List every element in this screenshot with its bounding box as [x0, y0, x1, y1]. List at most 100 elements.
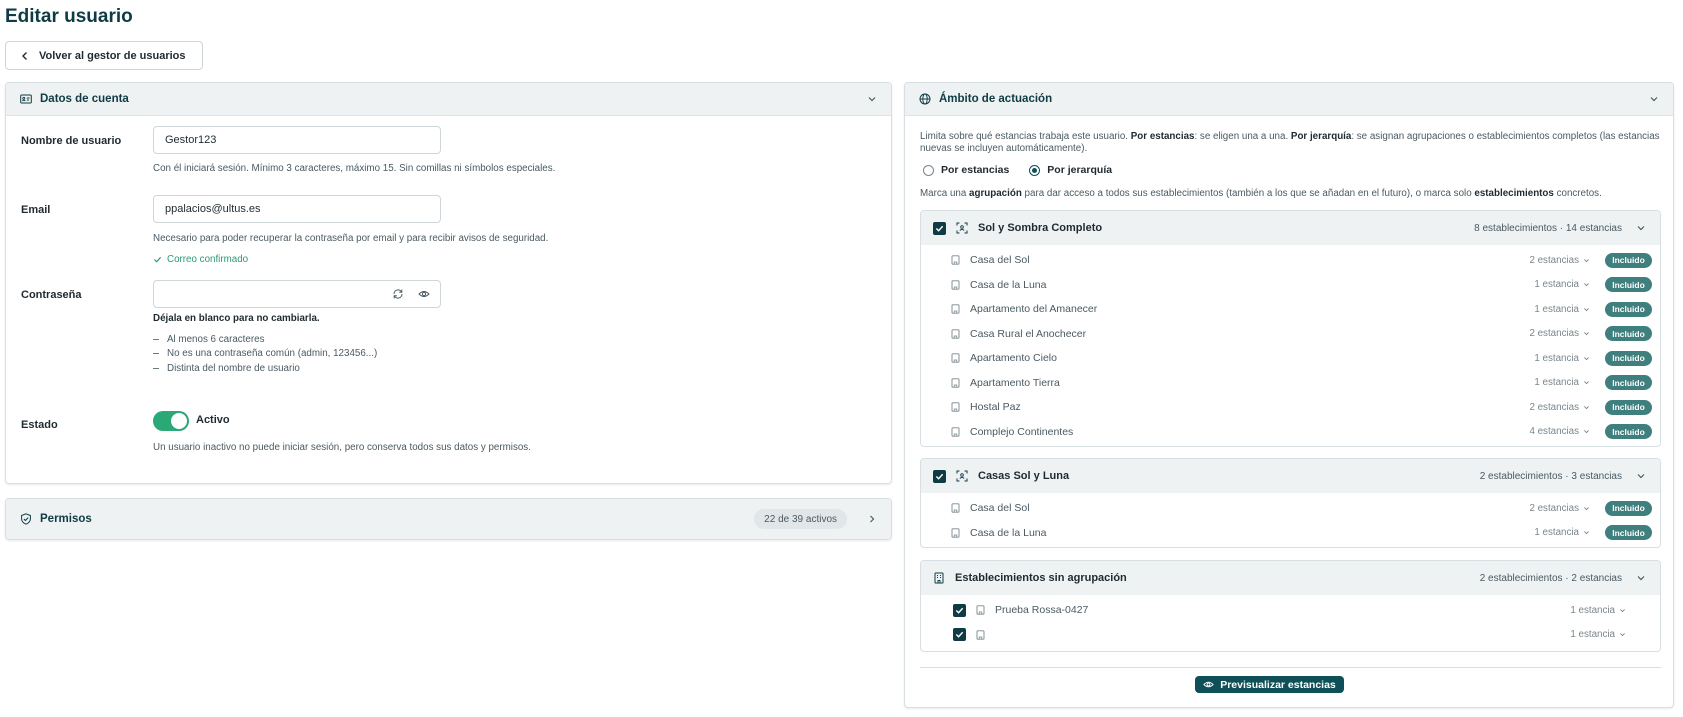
establishment-icon — [951, 353, 960, 363]
chevron-down-icon[interactable] — [1636, 223, 1646, 233]
chevron-down-icon — [1583, 306, 1590, 313]
chevron-down-icon — [1583, 281, 1590, 288]
radio-por-estancias[interactable]: Por estancias — [923, 164, 1009, 176]
establishment-icon — [976, 605, 985, 615]
radio-dot — [1029, 164, 1041, 176]
globe-icon — [919, 93, 931, 105]
status-value: Activo — [196, 414, 230, 426]
group-sol-y-sombra: Sol y Sombra Completo 8 establecimientos… — [920, 210, 1661, 447]
establishment-row: Prueba Rossa-0427 1 estancia — [921, 598, 1660, 623]
permissions-card[interactable]: Permisos 22 de 39 activos — [5, 498, 892, 540]
included-badge: Incluido — [1605, 350, 1652, 366]
included-badge: Incluido — [1605, 525, 1652, 541]
divider — [920, 667, 1661, 668]
eye-icon[interactable] — [418, 288, 430, 300]
establishment-name: Casa de la Luna — [970, 526, 1047, 539]
back-button[interactable]: Volver al gestor de usuarios — [5, 41, 203, 70]
stays-dropdown[interactable]: 1 estancia — [1534, 527, 1590, 538]
chevron-down-icon[interactable] — [867, 94, 877, 104]
chevron-down-icon — [1583, 404, 1590, 411]
toggle-knob — [171, 413, 187, 429]
group-checkbox[interactable] — [933, 469, 946, 483]
password-rule: Distinta del nombre de usuario — [153, 361, 377, 376]
scope-card-title: Ámbito de actuación — [939, 93, 1053, 105]
establishment-name: Casa del Sol — [970, 254, 1030, 267]
regenerate-icon[interactable] — [392, 288, 404, 300]
stays-dropdown[interactable]: 1 estancia — [1534, 304, 1590, 315]
stays-dropdown[interactable]: 1 estancia — [1534, 377, 1590, 388]
included-badge: Incluido — [1605, 301, 1652, 317]
establishment-checkbox[interactable] — [953, 628, 966, 642]
group-name: Establecimientos sin agrupación — [955, 572, 1127, 584]
password-rule: No es una contraseña común (admin, 12345… — [153, 347, 377, 362]
password-actions — [392, 288, 430, 300]
stays-dropdown[interactable]: 1 estancia — [1570, 629, 1626, 640]
establishment-checkbox[interactable] — [953, 603, 966, 617]
establishment-icon — [951, 427, 960, 437]
username-help: Con él iniciará sesión. Mínimo 3 caracte… — [153, 163, 556, 174]
group-casas-sol-y-luna: Casas Sol y Luna 2 establecimientos · 3 … — [920, 458, 1661, 548]
status-label: Estado — [21, 419, 58, 431]
establishment-name: Apartamento Tierra — [970, 376, 1060, 389]
scope-card: Ámbito de actuación Limita sobre qué est… — [904, 82, 1674, 708]
establishment-icon — [951, 503, 960, 513]
establishment-name: Hostal Paz — [970, 401, 1021, 414]
establishment-icon — [951, 329, 960, 339]
username-input[interactable] — [153, 126, 441, 154]
stays-dropdown[interactable]: 2 estancias — [1529, 255, 1590, 266]
account-card-header[interactable]: Datos de cuenta — [6, 83, 891, 116]
chevron-down-icon — [1583, 428, 1590, 435]
stays-dropdown[interactable]: 2 estancias — [1529, 328, 1590, 339]
included-badge: Incluido — [1605, 375, 1652, 391]
stays-dropdown[interactable]: 4 estancias — [1529, 426, 1590, 437]
included-badge: Incluido — [1605, 326, 1652, 342]
group-header[interactable]: Establecimientos sin agrupación 2 establ… — [921, 561, 1660, 595]
group-meta: 2 establecimientos · 3 estancias — [1479, 470, 1622, 482]
establishment-icon — [951, 255, 960, 265]
scope-mode-radios: Por estancias Por jerarquía — [923, 164, 1112, 176]
establishment-name: Apartamento Cielo — [970, 352, 1057, 365]
status-toggle[interactable] — [153, 411, 189, 431]
stays-dropdown[interactable]: 2 estancias — [1529, 402, 1590, 413]
establishment-name: Apartamento del Amanecer — [970, 303, 1098, 316]
chevron-down-icon[interactable] — [1649, 94, 1659, 104]
included-badge: Incluido — [1605, 277, 1652, 293]
back-button-label: Volver al gestor de usuarios — [39, 49, 186, 62]
group-rows: Prueba Rossa-0427 1 estancia 1 estancia — [921, 595, 1660, 651]
chevron-down-icon — [1583, 529, 1590, 536]
establishment-icon — [951, 402, 960, 412]
check-icon — [153, 256, 162, 263]
establishment-icon — [951, 378, 960, 388]
group-name: Casas Sol y Luna — [978, 470, 1070, 482]
group-checkbox[interactable] — [933, 221, 946, 235]
stays-dropdown[interactable]: 1 estancia — [1534, 279, 1590, 290]
chevron-down-icon — [1583, 330, 1590, 337]
chevron-down-icon — [1583, 505, 1590, 512]
group-header[interactable]: Sol y Sombra Completo 8 establecimientos… — [921, 211, 1660, 245]
radio-por-jerarquia[interactable]: Por jerarquía — [1029, 164, 1112, 176]
establishment-icon — [976, 630, 985, 640]
establishment-row: Apartamento Tierra 1 estancia Incluido — [921, 371, 1660, 396]
scope-card-header[interactable]: Ámbito de actuación — [905, 83, 1673, 116]
establishment-icon — [951, 280, 960, 290]
preview-stays-button[interactable]: Previsualizar estancias — [1195, 676, 1344, 693]
email-input[interactable] — [153, 195, 441, 223]
chevron-down-icon[interactable] — [1636, 471, 1646, 481]
stays-dropdown[interactable]: 1 estancia — [1534, 353, 1590, 364]
group-header[interactable]: Casas Sol y Luna 2 establecimientos · 3 … — [921, 459, 1660, 493]
stays-dropdown[interactable]: 2 estancias — [1529, 503, 1590, 514]
chevron-down-icon[interactable] — [1636, 573, 1646, 583]
group-scan-icon — [956, 470, 968, 482]
included-badge: Incluido — [1605, 500, 1652, 516]
establishment-icon — [951, 528, 960, 538]
included-badge: Incluido — [1605, 424, 1652, 440]
establishment-name: Casa de la Luna — [970, 278, 1047, 291]
eye-icon — [1203, 681, 1214, 688]
password-label: Contraseña — [21, 289, 82, 301]
chevron-right-icon[interactable] — [867, 514, 877, 524]
stays-dropdown[interactable]: 1 estancia — [1570, 605, 1626, 616]
permissions-title: Permisos — [40, 513, 92, 525]
permissions-card-header[interactable]: Permisos 22 de 39 activos — [6, 499, 891, 539]
establishment-row: Casa de la Luna 1 estancia Incluido — [921, 521, 1660, 546]
included-badge: Incluido — [1605, 252, 1652, 268]
